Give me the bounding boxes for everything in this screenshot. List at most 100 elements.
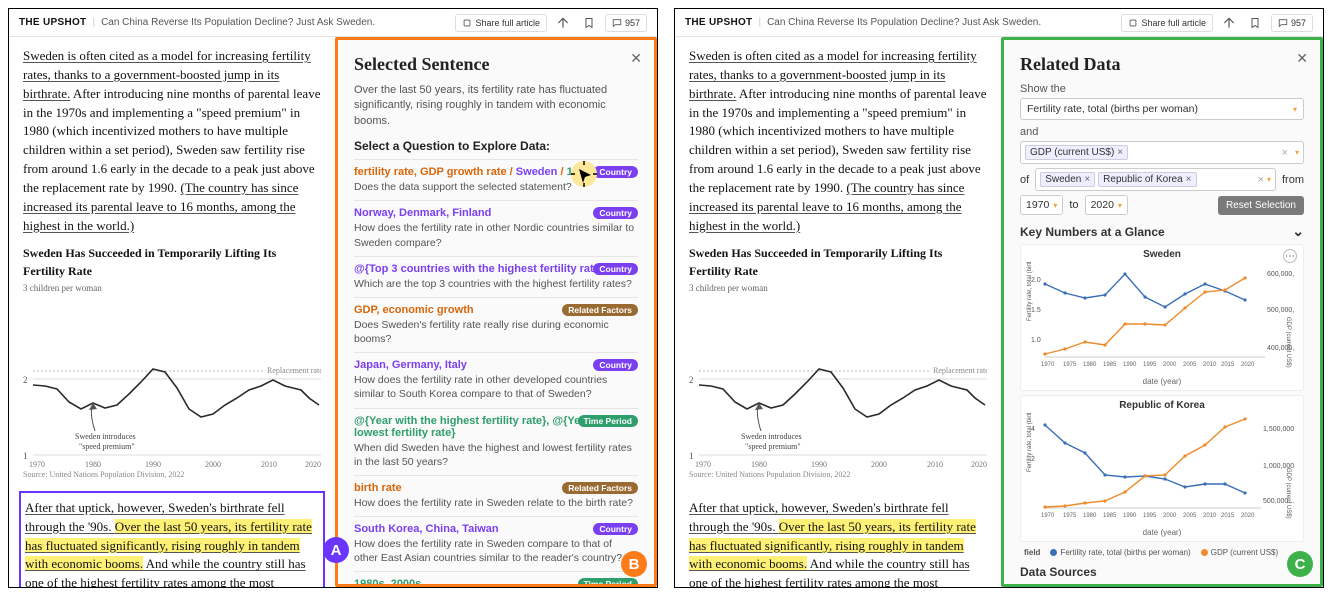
more-icon[interactable]: ⋯ (1283, 249, 1297, 263)
close-icon[interactable]: ✕ (1296, 50, 1308, 67)
article-headline: Can China Reverse Its Population Decline… (767, 17, 1041, 28)
chevron-down-icon: ▾ (1053, 201, 1057, 210)
chart-title: Sweden Has Succeeded in Temporarily Lift… (689, 245, 987, 280)
remove-tag-icon[interactable]: × (1117, 147, 1123, 158)
question-item-6[interactable]: birth rateHow does the fertility rate in… (354, 475, 638, 516)
screen-left: THE UPSHOT | Can China Reverse Its Popul… (8, 8, 658, 588)
panel-title: Related Data (1020, 54, 1304, 75)
svg-text:1: 1 (23, 451, 28, 461)
question-item-1[interactable]: Norway, Denmark, FinlandHow does the fer… (354, 200, 638, 255)
year-from-select[interactable]: 1970▾ (1020, 195, 1063, 215)
clear-icon[interactable]: × (1258, 174, 1264, 186)
country-tags[interactable]: Sweden×Republic of Korea××▾ (1035, 168, 1276, 191)
remove-tag-icon[interactable]: × (1186, 174, 1192, 185)
reset-button[interactable]: Reset Selection (1218, 196, 1304, 215)
callout-a: A (323, 537, 349, 563)
svg-text:2020: 2020 (305, 460, 321, 467)
question-item-3[interactable]: GDP, economic growthDoes Sweden's fertil… (354, 297, 638, 352)
data-sources-label: Data Sources (1020, 565, 1304, 579)
svg-text:2020: 2020 (1241, 362, 1255, 368)
topbar: THE UPSHOT | Can China Reverse Its Popul… (675, 9, 1323, 37)
chart-title: Sweden Has Succeeded in Temporarily Lift… (23, 245, 321, 280)
svg-text:1990: 1990 (1123, 513, 1137, 519)
question-item-2[interactable]: @{Top 3 countries with the highest ferti… (354, 256, 638, 297)
svg-text:1980: 1980 (1083, 513, 1097, 519)
svg-text:Fertility rate, total (births: Fertility rate, total (births per woman) (1027, 262, 1033, 321)
close-icon[interactable]: ✕ (630, 50, 642, 67)
from-label: from (1282, 174, 1304, 186)
show-the-label: Show the (1020, 83, 1304, 95)
svg-text:"speed premium": "speed premium" (745, 442, 801, 451)
svg-text:1970: 1970 (1041, 513, 1055, 519)
share-button[interactable]: Share full article (1121, 14, 1213, 32)
article-body: Sweden is often cited as a model for inc… (675, 37, 1001, 587)
metric-select[interactable]: Fertility rate, total (births per woman)… (1020, 98, 1304, 120)
question-item-5[interactable]: @{Year with the highest fertility rate},… (354, 408, 638, 475)
svg-text:2000: 2000 (871, 460, 887, 467)
screen-right: THE UPSHOT | Can China Reverse Its Popul… (674, 8, 1324, 588)
svg-text:Sweden introduces: Sweden introduces (741, 432, 802, 441)
to-label: to (1069, 199, 1078, 211)
select-question-label: Select a Question to Explore Data: (354, 139, 638, 153)
bookmark-icon[interactable] (1245, 13, 1265, 33)
comments-button[interactable]: 957 (1271, 14, 1313, 32)
svg-text:2010: 2010 (1203, 513, 1217, 519)
svg-text:1980: 1980 (85, 460, 101, 467)
selected-sentence-panel: ✕ Selected Sentence Over the last 50 yea… (335, 37, 657, 587)
of-label: of (1020, 174, 1029, 186)
svg-text:2020: 2020 (1241, 513, 1255, 519)
svg-text:1995: 1995 (1143, 513, 1157, 519)
question-item-4[interactable]: Japan, Germany, ItalyHow does the fertil… (354, 352, 638, 407)
svg-text:2: 2 (689, 375, 694, 385)
key-numbers-label: Key Numbers at a Glance (1020, 225, 1165, 239)
and-tags[interactable]: GDP (current US$)××▾ (1020, 141, 1304, 164)
svg-text:Replacement rate: Replacement rate (933, 366, 987, 375)
svg-text:2000: 2000 (1163, 513, 1177, 519)
share-arrow-icon[interactable] (553, 13, 573, 33)
tag-gdp[interactable]: GDP (current US$)× (1025, 145, 1128, 160)
chevron-down-icon: ▾ (1293, 105, 1297, 114)
svg-text:1970: 1970 (1041, 362, 1055, 368)
comments-button[interactable]: 957 (605, 14, 647, 32)
brand: THE UPSHOT (685, 17, 752, 28)
svg-text:1970: 1970 (29, 460, 45, 467)
share-button[interactable]: Share full article (455, 14, 547, 32)
callout-c: C (1287, 551, 1313, 577)
chevron-down-icon: ▾ (1118, 201, 1122, 210)
bookmark-icon[interactable] (579, 13, 599, 33)
svg-text:1.0: 1.0 (1031, 337, 1041, 344)
svg-text:GDP (current US$): GDP (current US$) (1285, 317, 1291, 368)
svg-text:1990: 1990 (811, 460, 827, 467)
svg-text:2010: 2010 (1203, 362, 1217, 368)
chevron-down-icon[interactable]: ⌄ (1292, 223, 1304, 240)
remove-tag-icon[interactable]: × (1084, 174, 1090, 185)
question-item-8[interactable]: 1980s, 2000sHow did Sweden's fertility r… (354, 571, 638, 587)
brand: THE UPSHOT (19, 17, 86, 28)
svg-text:2010: 2010 (927, 460, 943, 467)
svg-text:1980: 1980 (751, 460, 767, 467)
year-to-select[interactable]: 2020▾ (1085, 195, 1128, 215)
tag-korea[interactable]: Republic of Korea× (1098, 172, 1196, 187)
selected-paragraph[interactable]: After that uptick, however, Sweden's bir… (19, 491, 325, 587)
tag-sweden[interactable]: Sweden× (1040, 172, 1095, 187)
svg-text:1995: 1995 (1143, 362, 1157, 368)
share-arrow-icon[interactable] (1219, 13, 1239, 33)
article-headline: Can China Reverse Its Population Decline… (101, 17, 375, 28)
question-item-7[interactable]: South Korea, China, TaiwanHow does the f… (354, 516, 638, 571)
svg-text:1980: 1980 (1083, 362, 1097, 368)
svg-text:Fertility rate, total (births: Fertility rate, total (births per woman) (1027, 413, 1033, 472)
svg-text:2005: 2005 (1183, 513, 1197, 519)
svg-text:"speed premium": "speed premium" (79, 442, 135, 451)
article-body: Sweden is often cited as a model for inc… (9, 37, 335, 587)
chart-subtitle: 3 children per woman (23, 282, 321, 295)
svg-text:2015: 2015 (1221, 362, 1235, 368)
fertility-chart: 2 1 Replacement rate Sweden introduces "… (23, 299, 321, 467)
badge-country: Country (593, 166, 638, 178)
svg-text:1,500,000…: 1,500,000… (1263, 426, 1295, 433)
chart-source: Source: United Nations Population Divisi… (689, 469, 987, 481)
cursor-click-icon (569, 159, 599, 193)
clear-icon[interactable]: × (1282, 147, 1288, 159)
chevron-down-icon: ▾ (1295, 148, 1299, 157)
svg-text:1970: 1970 (695, 460, 711, 467)
svg-text:600,000,…: 600,000,… (1267, 271, 1295, 278)
